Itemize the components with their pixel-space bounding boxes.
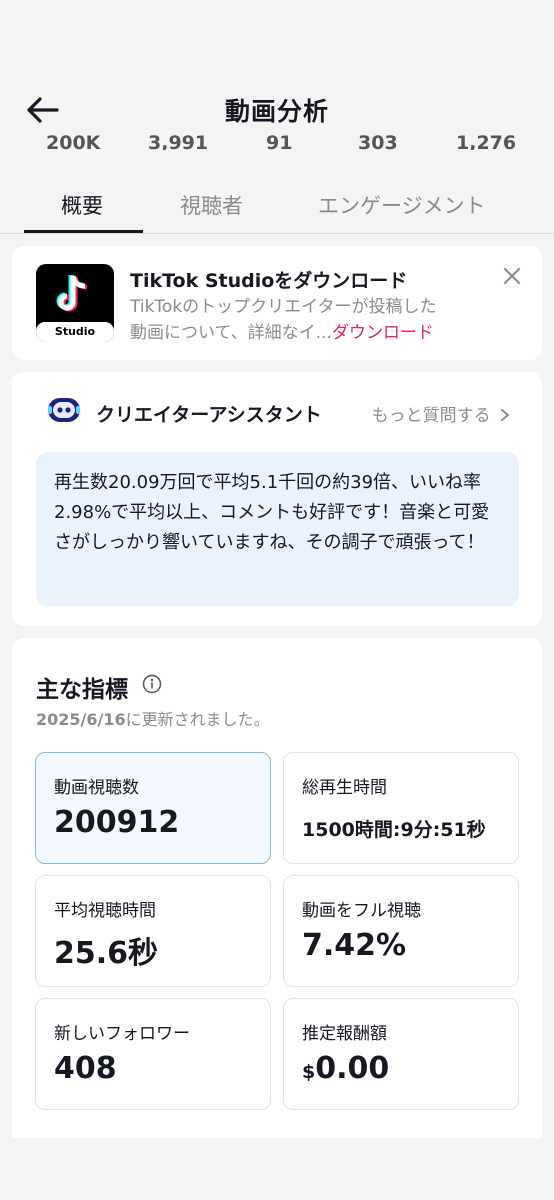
metric-value: 25.6秒 bbox=[54, 936, 159, 971]
metric-full-video-watched[interactable]: 動画をフル視聴 7.42% bbox=[283, 875, 519, 987]
download-promo-card: Studio TikTok Studioをダウンロード TikTokのトップクリ… bbox=[12, 246, 542, 360]
info-icon[interactable] bbox=[142, 674, 162, 698]
header: 動画分析 200K 3,991 91 303 1,276 概要 視聴者 エンゲー… bbox=[0, 0, 554, 234]
stat-value: 91 bbox=[266, 134, 293, 150]
page-title: 動画分析 bbox=[224, 97, 329, 126]
close-button[interactable] bbox=[500, 264, 524, 288]
download-title: TikTok Studioをダウンロード bbox=[130, 270, 408, 292]
download-desc-line: 動画について、詳細なイ... bbox=[130, 323, 332, 343]
tiktok-logo-icon bbox=[56, 274, 88, 312]
studio-label: Studio bbox=[36, 322, 114, 342]
download-description: TikTokのトップクリエイターが投稿した 動画について、詳細なイ...ダウンロ… bbox=[130, 294, 490, 346]
download-link[interactable]: ダウンロード bbox=[332, 323, 434, 343]
metric-label: 推定報酬額 bbox=[302, 1024, 387, 1044]
download-desc-line: TikTokのトップクリエイターが投稿した bbox=[130, 297, 437, 317]
tiktok-studio-app-icon: Studio bbox=[36, 264, 114, 342]
reward-amount: 0.00 bbox=[315, 1051, 390, 1086]
metric-label: 新しいフォロワー bbox=[54, 1024, 190, 1044]
metric-estimated-rewards[interactable]: 推定報酬額 $0.00 bbox=[283, 998, 519, 1110]
tab-viewers[interactable]: 視聴者 bbox=[180, 190, 243, 220]
chevron-right-icon bbox=[501, 409, 509, 421]
metric-label: 動画視聴数 bbox=[54, 778, 139, 798]
tab-engagement[interactable]: エンゲージメント bbox=[318, 190, 486, 220]
ask-more-label: もっと質問する bbox=[371, 406, 491, 426]
ask-more-link[interactable]: もっと質問する bbox=[372, 401, 510, 426]
metric-new-followers[interactable]: 新しいフォロワー 408 bbox=[35, 998, 271, 1110]
stat-value: 3,991 bbox=[148, 134, 209, 150]
stat-value: 200K bbox=[46, 134, 101, 150]
tab-overview[interactable]: 概要 bbox=[61, 190, 103, 220]
metric-average-watch-time[interactable]: 平均視聴時間 25.6秒 bbox=[35, 875, 271, 987]
tab-bar: 概要 視聴者 エンゲージメント bbox=[0, 178, 554, 234]
stat-value: 303 bbox=[358, 134, 398, 150]
metric-label: 総再生時間 bbox=[302, 778, 387, 798]
currency-symbol: $ bbox=[302, 1061, 316, 1083]
close-icon bbox=[503, 267, 521, 285]
active-tab-indicator bbox=[24, 230, 143, 233]
metric-total-watch-time[interactable]: 総再生時間 1500時間:9分:51秒 bbox=[283, 752, 519, 864]
updated-date: 2025/6/16 bbox=[36, 710, 126, 729]
assistant-message: 再生数20.09万回で平均5.1千回の約39倍、いいね率2.98%で平均以上、コ… bbox=[36, 452, 519, 606]
metric-value: 1500時間:9分:51秒 bbox=[302, 819, 486, 841]
key-metrics-card: 主な指標 2025/6/16に更新されました。 動画視聴数 200912 総再生… bbox=[12, 638, 542, 1138]
header-stats-strip: 200K 3,991 91 303 1,276 bbox=[0, 134, 554, 150]
metrics-updated-text: 2025/6/16に更新されました。 bbox=[36, 706, 270, 730]
metric-value: 408 bbox=[54, 1051, 117, 1086]
metric-value: 7.42% bbox=[302, 928, 407, 963]
assistant-title: クリエイターアシスタント bbox=[96, 404, 322, 426]
creator-assistant-card: クリエイターアシスタント もっと質問する 再生数20.09万回で平均5.1千回の… bbox=[12, 372, 542, 626]
metrics-title: 主な指標 bbox=[36, 677, 128, 703]
metric-label: 平均視聴時間 bbox=[54, 901, 156, 921]
stat-value: 1,276 bbox=[456, 134, 517, 150]
metric-value: 200912 bbox=[54, 805, 180, 840]
assistant-bot-icon bbox=[46, 396, 82, 428]
metric-video-views[interactable]: 動画視聴数 200912 bbox=[35, 752, 271, 864]
metric-value: $0.00 bbox=[302, 1051, 389, 1086]
metric-label: 動画をフル視聴 bbox=[302, 901, 421, 921]
updated-suffix: に更新されました。 bbox=[125, 710, 270, 729]
